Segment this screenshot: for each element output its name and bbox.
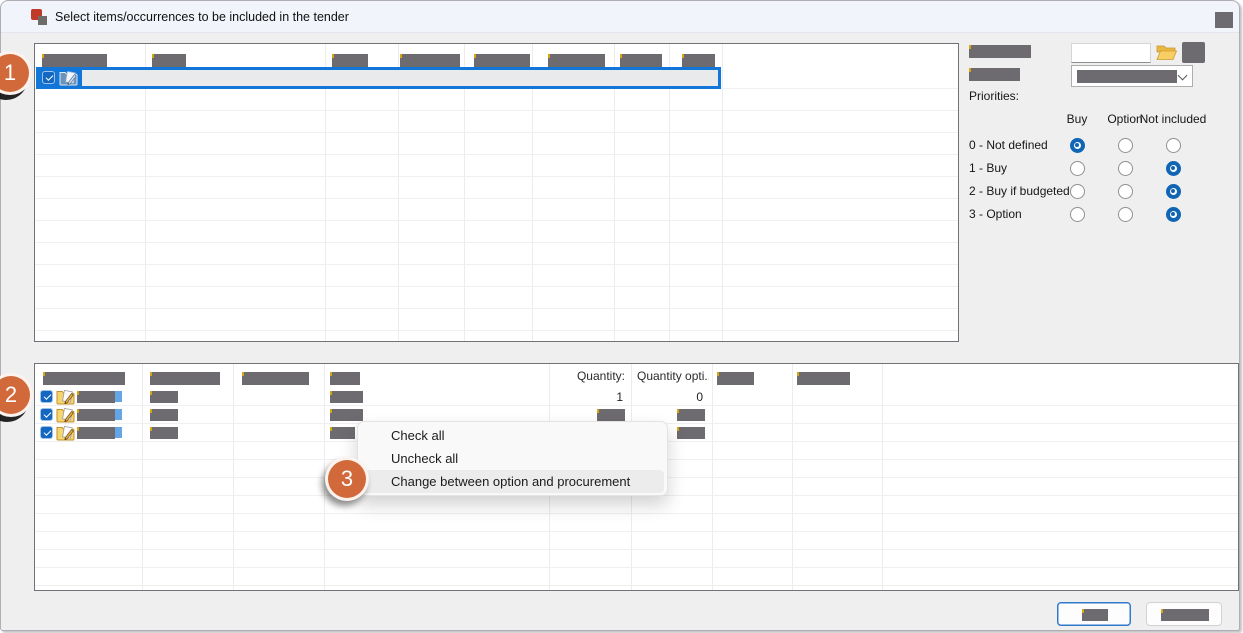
redacted-column-header[interactable] [400, 54, 460, 67]
selected-occurrence-row[interactable] [36, 67, 721, 89]
priority-row-label: 1 - Buy [969, 161, 1007, 175]
redacted-field-label [969, 68, 1020, 81]
row-checkbox[interactable] [40, 408, 53, 421]
title-bar: Select items/occurrences to be included … [1, 1, 1239, 33]
priority-row: 0 - Not defined [969, 137, 1241, 153]
redacted-selected-value [1077, 70, 1177, 83]
redacted-quantity [597, 409, 625, 421]
window-control-redacted[interactable] [1215, 12, 1233, 28]
menu-item-check-all[interactable]: Check all [358, 424, 667, 447]
redacted-column-header[interactable] [682, 54, 715, 67]
redacted-column-header[interactable] [797, 372, 850, 385]
folder-edit-icon [56, 389, 75, 405]
priority-row-label: 2 - Buy if budgeted [969, 184, 1070, 198]
row-gridlines [35, 67, 958, 341]
folder-edit-icon [56, 425, 75, 441]
radio-0-not-defined-not-included[interactable] [1166, 138, 1181, 153]
redacted-item-name [77, 391, 115, 403]
redacted-cell [150, 409, 178, 421]
redacted-field-label [969, 45, 1031, 58]
item-row[interactable]: 1 0 [35, 388, 1238, 406]
chevron-down-icon [1178, 71, 1188, 81]
priority-row: 1 - Buy [969, 160, 1241, 176]
radio-0-not-defined-buy[interactable] [1070, 138, 1085, 153]
redacted-column-header[interactable] [474, 54, 530, 67]
context-menu: Check allUncheck allChange between optio… [357, 421, 668, 496]
redacted-cell [150, 427, 178, 439]
row-checkbox[interactable] [40, 390, 53, 403]
priority-matrix-header: Buy OptionNot included [969, 112, 1241, 126]
quantity-option-column-header[interactable]: Quantity opti... [637, 369, 709, 383]
priority-row: 3 - Option [969, 206, 1241, 222]
row-checkbox[interactable] [42, 71, 55, 84]
folder-edit-icon [56, 407, 75, 423]
redacted-quantity-option [677, 409, 705, 421]
app-icon [31, 9, 48, 26]
radio-1-buy-option[interactable] [1118, 161, 1133, 176]
browse-folder-icon[interactable] [1155, 42, 1178, 63]
redacted-row-text [82, 70, 718, 86]
radio-1-buy-buy[interactable] [1070, 161, 1085, 176]
menu-item-uncheck-all[interactable]: Uncheck all [358, 447, 667, 470]
radio-2-buy-if-budgeted-buy[interactable] [1070, 184, 1085, 199]
folder-edit-icon [59, 70, 78, 86]
priority-row-label: 0 - Not defined [969, 138, 1048, 152]
dropdown-select[interactable] [1071, 65, 1193, 87]
redacted-item-name [115, 427, 122, 438]
redacted-column-header[interactable] [42, 54, 107, 67]
redacted-column-header[interactable] [548, 54, 605, 67]
redacted-item-name [115, 409, 122, 420]
redacted-column-header[interactable] [620, 54, 662, 67]
priorities-label: Priorities: [969, 89, 1019, 103]
redacted-quantity-option [677, 427, 705, 439]
tender-options-panel: Priorities: Buy OptionNot included 0 - No… [969, 41, 1241, 233]
tender-selection-dialog: Select items/occurrences to be included … [0, 0, 1240, 631]
ok-button[interactable] [1057, 602, 1131, 626]
redacted-item-name [115, 391, 122, 402]
radio-2-buy-if-budgeted-not-included[interactable] [1166, 184, 1181, 199]
occurrences-table[interactable] [34, 43, 959, 342]
radio-3-option-option[interactable] [1118, 207, 1133, 222]
row-checkbox[interactable] [40, 426, 53, 439]
screenshot-stage: Select items/occurrences to be included … [0, 0, 1243, 633]
redacted-column-header[interactable] [242, 372, 309, 385]
matrix-column-label: Buy [1067, 112, 1088, 126]
redacted-cell [330, 427, 355, 439]
radio-1-buy-not-included[interactable] [1166, 161, 1181, 176]
redacted-column-header[interactable] [330, 372, 360, 385]
redacted-column-header[interactable] [43, 372, 125, 385]
matrix-column-label: Option [1107, 112, 1142, 126]
menu-item-change-between-option-and-procurement[interactable]: Change between option and procurement [361, 470, 664, 493]
quantity-option-value: 0 [637, 390, 703, 404]
radio-3-option-buy[interactable] [1070, 207, 1085, 222]
path-input[interactable] [1071, 43, 1151, 63]
redacted-item-name [77, 409, 115, 421]
redacted-button-label [1082, 609, 1108, 621]
radio-3-option-not-included[interactable] [1166, 207, 1181, 222]
redacted-button[interactable] [1182, 42, 1205, 63]
redacted-column-header[interactable] [150, 372, 220, 385]
redacted-column-header[interactable] [332, 54, 368, 67]
redacted-cell [330, 409, 363, 421]
redacted-column-header[interactable] [152, 54, 186, 67]
radio-0-not-defined-option[interactable] [1118, 138, 1133, 153]
radio-2-buy-if-budgeted-option[interactable] [1118, 184, 1133, 199]
quantity-value: 1 [549, 390, 623, 404]
redacted-column-header[interactable] [717, 372, 754, 385]
annotation-badge-3: 3 [325, 457, 369, 501]
redacted-cell [330, 391, 363, 403]
priority-row: 2 - Buy if budgeted [969, 183, 1241, 199]
redacted-button-label [1161, 609, 1209, 621]
quantity-column-header[interactable]: Quantity: [549, 369, 625, 383]
redacted-item-name [77, 427, 115, 439]
redacted-cell [150, 391, 178, 403]
dialog-title: Select items/occurrences to be included … [55, 10, 349, 24]
cancel-button[interactable] [1146, 602, 1222, 626]
priority-row-label: 3 - Option [969, 207, 1022, 221]
matrix-column-label: Not included [1140, 112, 1207, 126]
